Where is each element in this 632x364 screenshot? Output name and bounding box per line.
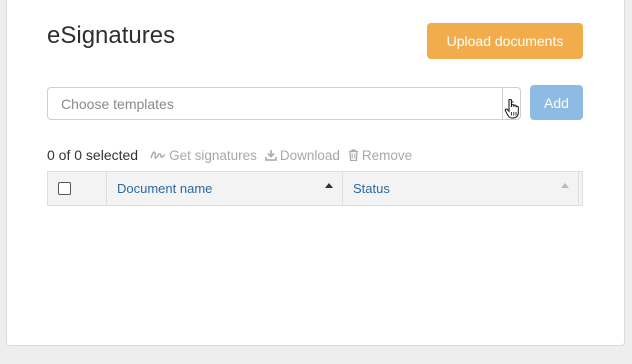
choose-templates-select[interactable]: Choose templates <box>47 87 521 120</box>
selection-count: 0 of 0 selected <box>47 147 139 163</box>
page-title: eSignatures <box>47 22 176 49</box>
select-placeholder: Choose templates <box>61 96 174 112</box>
sort-indicator-icon <box>561 183 569 188</box>
status-header-label: Status <box>353 181 390 196</box>
document-name-header-label: Document name <box>117 181 213 196</box>
remove-button[interactable]: Remove <box>348 148 412 163</box>
select-all-column <box>48 172 107 205</box>
signature-icon <box>150 151 166 159</box>
select-all-checkbox[interactable] <box>58 182 71 195</box>
add-template-button[interactable]: Add <box>530 85 583 120</box>
hand-pointer-icon <box>504 99 519 119</box>
selection-toolbar: 0 of 0 selected Get signatures Download … <box>47 146 420 164</box>
download-button[interactable]: Download <box>265 148 340 163</box>
download-label: Download <box>279 147 340 163</box>
get-signatures-button[interactable]: Get signatures <box>150 148 257 163</box>
column-header-document-name[interactable]: Document name <box>107 172 343 205</box>
sort-ascending-icon <box>325 183 333 188</box>
get-signatures-label: Get signatures <box>169 147 257 163</box>
documents-table-header: Document name Status <box>47 171 583 206</box>
remove-label: Remove <box>361 147 413 163</box>
trash-icon <box>348 149 358 161</box>
upload-documents-button[interactable]: Upload documents <box>427 23 583 59</box>
column-header-status[interactable]: Status <box>343 172 579 205</box>
esignatures-panel: eSignatures Upload documents Choose temp… <box>6 0 625 346</box>
download-icon <box>265 150 277 161</box>
